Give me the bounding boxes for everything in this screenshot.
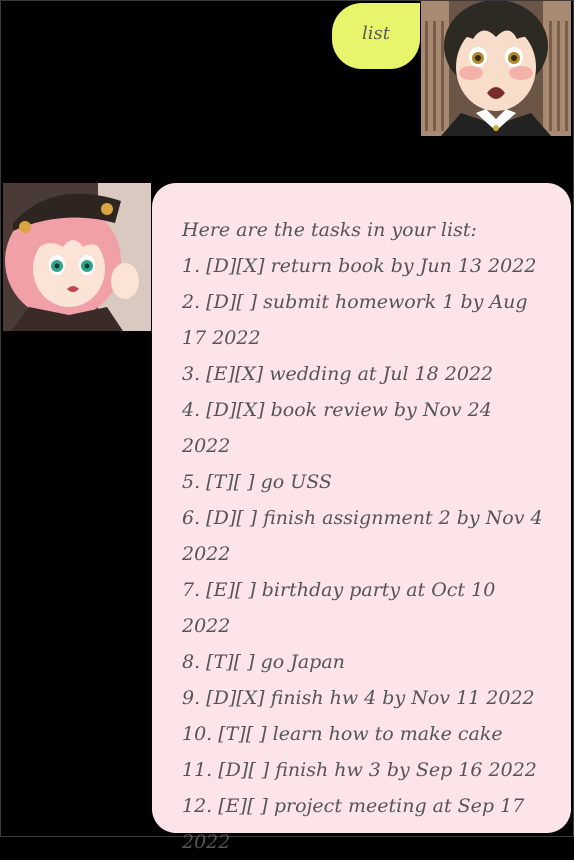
task-item: 2. [D][ ] submit homework 1 by Aug 17 20… [182, 291, 528, 349]
bot-avatar-image [3, 183, 151, 331]
task-item: 11. [D][ ] finish hw 3 by Sep 16 2022 [182, 759, 537, 781]
task-item: 10. [T][ ] learn how to make cake [182, 723, 503, 745]
task-item: 9. [D][X] finish hw 4 by Nov 11 2022 [182, 687, 535, 709]
task-item: 6. [D][ ] finish assignment 2 by Nov 4 2… [182, 507, 543, 565]
task-item: 1. [D][X] return book by Jun 13 2022 [182, 255, 537, 277]
task-item: 3. [E][X] wedding at Jul 18 2022 [182, 363, 494, 385]
bot-message-bubble: Here are the tasks in your list: 1. [D][… [152, 183, 571, 853]
task-list: 1. [D][X] return book by Jun 13 2022 2. … [182, 248, 543, 860]
task-item: 12. [E][ ] project meeting at Sep 17 202… [182, 795, 525, 853]
task-item: 8. [T][ ] go Japan [182, 651, 345, 673]
task-list-intro: Here are the tasks in your list: [182, 219, 477, 241]
user-message-text: list [362, 22, 390, 44]
task-item: 4. [D][X] book review by Nov 24 2022 [182, 399, 492, 457]
task-item: 7. [E][ ] birthday party at Oct 10 2022 [182, 579, 496, 637]
user-message-bubble: list [332, 3, 420, 69]
user-avatar [421, 1, 571, 136]
task-item: 5. [T][ ] go USS [182, 471, 332, 493]
user-avatar-image [421, 1, 571, 136]
chat-window: list Here are the tasks in your list: 1.… [0, 0, 574, 853]
bot-avatar [3, 183, 151, 331]
